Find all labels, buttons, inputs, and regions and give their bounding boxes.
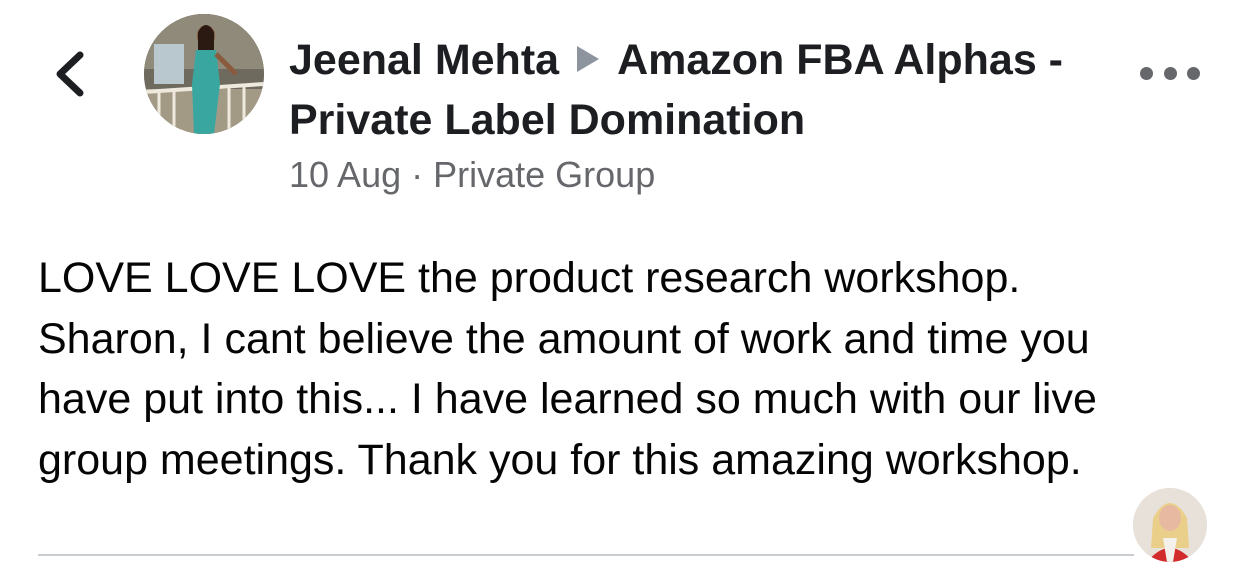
- post-body-line: Sharon, I cant believe the amount of wor…: [38, 314, 1090, 363]
- arrow-right-icon: [577, 46, 600, 72]
- more-options-button[interactable]: [1140, 58, 1200, 88]
- meta-separator: ·: [411, 154, 424, 195]
- post-body-line: have put into this... I have learned so …: [38, 375, 1097, 423]
- post-meta: 10 Aug · Private Group: [289, 150, 1089, 200]
- more-horizontal-icon-dot-2: [1163, 66, 1177, 80]
- post-header: Jeenal Mehta Amazon FBA Alphas - Private …: [289, 30, 1089, 200]
- author-avatar[interactable]: [144, 14, 264, 134]
- commenter-avatar-image: [1133, 488, 1207, 562]
- author-avatar-image: [144, 14, 264, 134]
- post-body: LOVE LOVE LOVE the product research work…: [38, 248, 1208, 490]
- author-name[interactable]: Jeenal Mehta: [289, 36, 559, 84]
- more-horizontal-icon-dot-3: [1187, 66, 1200, 80]
- divider: [38, 554, 1134, 556]
- back-button[interactable]: [40, 44, 100, 104]
- privacy-label: Private Group: [433, 154, 656, 195]
- chevron-left-icon: [56, 51, 84, 97]
- commenter-avatar[interactable]: [1133, 488, 1207, 562]
- post-date[interactable]: 10 Aug: [289, 154, 401, 195]
- more-horizontal-icon-dot-1: [1140, 66, 1153, 80]
- post-title: Jeenal Mehta Amazon FBA Alphas - Private …: [289, 30, 1089, 150]
- post-body-line: LOVE LOVE LOVE the product research work…: [38, 254, 1021, 302]
- post-body-line: group meetings. Thank you for this amazi…: [38, 435, 1082, 484]
